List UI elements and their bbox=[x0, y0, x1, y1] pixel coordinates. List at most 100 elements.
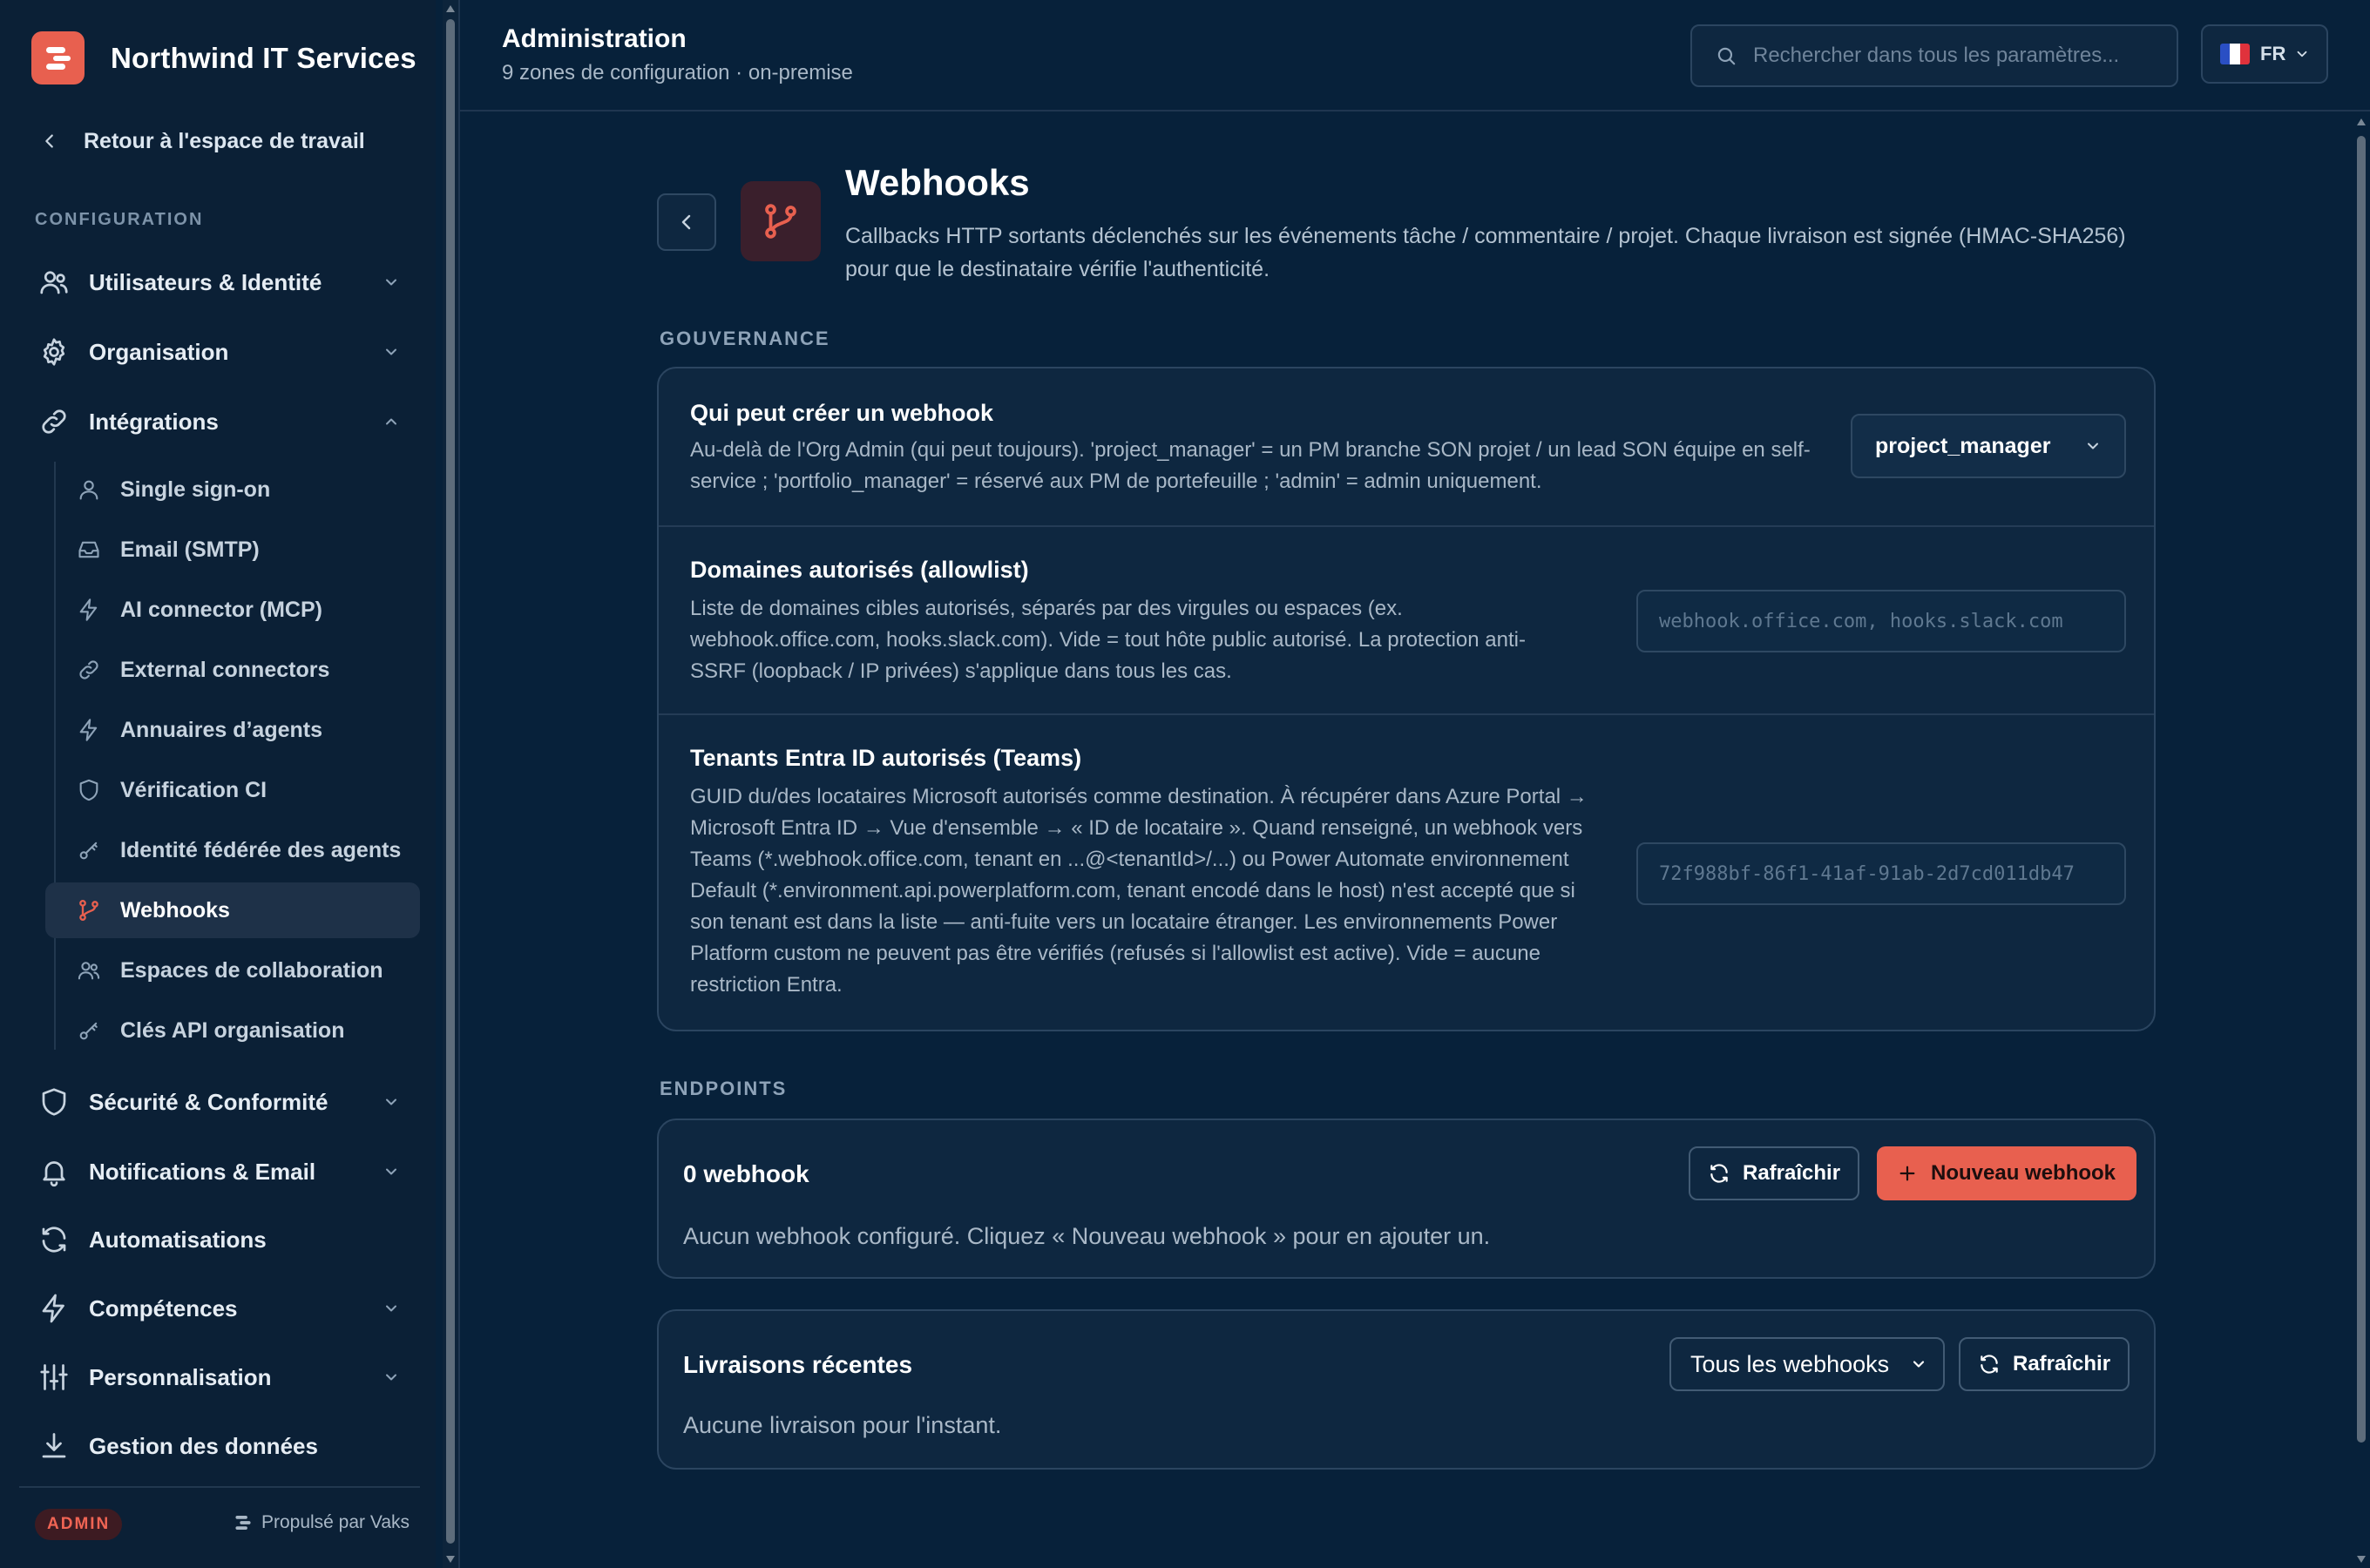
user-icon bbox=[70, 470, 108, 509]
allowed-tenants-title: Tenants Entra ID autorisés (Teams) bbox=[690, 745, 1082, 771]
sidebar-item-label: Webhooks bbox=[120, 897, 230, 923]
sidebar-item-email-smtp[interactable]: Email (SMTP) bbox=[45, 522, 420, 578]
endpoints-empty-state: Aucun webhook configuré. Cliquez « Nouve… bbox=[683, 1223, 1491, 1249]
chevron-down-icon bbox=[378, 1295, 404, 1321]
powered-by[interactable]: Propulsé par Vaks bbox=[234, 1512, 410, 1533]
sidebar-item-org-api-keys[interactable]: Clés API organisation bbox=[45, 1003, 420, 1058]
allowed-domains-title: Domaines autorisés (allowlist) bbox=[690, 557, 1029, 583]
nav-group-users[interactable]: Utilisateurs & Identité bbox=[35, 258, 410, 307]
git-branch-icon bbox=[70, 891, 108, 929]
sidebar: Northwind IT Services Retour à l'espace … bbox=[0, 0, 436, 1568]
page-title: Webhooks bbox=[845, 162, 1030, 203]
scroll-up-arrow-icon[interactable] bbox=[446, 5, 455, 12]
scroll-down-arrow-icon[interactable] bbox=[446, 1556, 455, 1563]
header-subtitle: 9 zones de configuration · on-premise bbox=[502, 61, 853, 84]
new-webhook-button[interactable]: Nouveau webhook bbox=[1877, 1146, 2137, 1200]
key-icon bbox=[70, 831, 108, 869]
chevron-down-icon bbox=[1910, 1355, 1927, 1373]
nav-group-label: Intégrations bbox=[89, 408, 219, 435]
sidebar-item-collaboration-spaces[interactable]: Espaces de collaboration bbox=[45, 943, 420, 998]
sidebar-item-label: Espaces de collaboration bbox=[120, 957, 383, 983]
sidebar-item-label: Vérification CI bbox=[120, 777, 267, 802]
governance-card: Qui peut créer un webhook Au-delà de l'O… bbox=[657, 367, 2156, 1031]
shield-icon bbox=[70, 771, 108, 809]
allowed-tenants-input[interactable]: 72f988bf-86f1-41af-91ab-2d7cd011db47 bbox=[1636, 842, 2126, 905]
refresh-icon bbox=[1978, 1353, 2001, 1375]
refresh-deliveries-button[interactable]: Rafraîchir bbox=[1959, 1337, 2130, 1391]
who-can-create-title: Qui peut créer un webhook bbox=[690, 400, 994, 426]
endpoints-label: ENDPOINTS bbox=[660, 1078, 788, 1099]
sidebar-item-external-connectors[interactable]: External connectors bbox=[45, 642, 420, 698]
users-icon bbox=[70, 951, 108, 990]
deliveries-empty-state: Aucune livraison pour l'instant. bbox=[683, 1412, 1002, 1438]
chevron-down-icon bbox=[2294, 46, 2310, 62]
language-selector[interactable]: FR bbox=[2201, 24, 2328, 84]
nav-group-customization[interactable]: Personnalisation bbox=[35, 1353, 410, 1402]
france-flag-icon bbox=[2220, 44, 2250, 64]
sidebar-scroll-thumb[interactable] bbox=[446, 19, 455, 1544]
bolt-icon bbox=[70, 591, 108, 629]
sidebar-item-webhooks[interactable]: Webhooks bbox=[45, 882, 420, 938]
scroll-up-arrow-icon[interactable] bbox=[2357, 118, 2366, 125]
allowed-tenants-placeholder: 72f988bf-86f1-41af-91ab-2d7cd011db47 bbox=[1659, 862, 2075, 885]
endpoints-card: 0 webhook Rafraîchir Nouveau webhook Auc… bbox=[657, 1119, 2156, 1279]
nav-group-organisation[interactable]: Organisation bbox=[35, 328, 410, 376]
shield-icon bbox=[35, 1083, 73, 1121]
nav-group-data-management[interactable]: Gestion des données bbox=[35, 1422, 410, 1470]
webhook-count: 0 webhook bbox=[683, 1160, 809, 1187]
scroll-down-arrow-icon[interactable] bbox=[2357, 1556, 2366, 1563]
who-can-create-value: project_manager bbox=[1875, 433, 2051, 458]
nav-group-label: Sécurité & Conformité bbox=[89, 1088, 328, 1115]
sidebar-item-federated-identity[interactable]: Identité fédérée des agents bbox=[45, 822, 420, 878]
allowed-tenants-row: Tenants Entra ID autorisés (Teams) GUID … bbox=[659, 715, 2154, 1030]
chevron-down-icon bbox=[378, 1159, 404, 1185]
sidebar-item-ai-connector[interactable]: AI connector (MCP) bbox=[45, 582, 420, 638]
key-icon bbox=[70, 1011, 108, 1050]
nav-group-skills[interactable]: Compétences bbox=[35, 1284, 410, 1333]
main-scroll-thumb[interactable] bbox=[2357, 136, 2366, 1443]
who-can-create-select[interactable]: project_manager bbox=[1851, 414, 2126, 478]
page-description: Callbacks HTTP sortants déclenchés sur l… bbox=[845, 224, 2126, 281]
sidebar-item-label: Identité fédérée des agents bbox=[120, 837, 402, 862]
allowed-domains-input[interactable]: webhook.office.com, hooks.slack.com bbox=[1636, 590, 2126, 652]
back-to-workspace-link[interactable]: Retour à l'espace de travail bbox=[40, 124, 365, 159]
brand[interactable]: Northwind IT Services bbox=[31, 31, 416, 84]
nav-group-label: Utilisateurs & Identité bbox=[89, 268, 322, 295]
sliders-icon bbox=[35, 1358, 73, 1396]
nav-group-label: Personnalisation bbox=[89, 1363, 272, 1390]
bolt-icon bbox=[70, 711, 108, 749]
sidebar-item-agent-directories[interactable]: Annuaires d’agents bbox=[45, 702, 420, 758]
top-header: Administration 9 zones de configuration … bbox=[460, 0, 2370, 112]
nav-group-automations[interactable]: Automatisations bbox=[35, 1215, 410, 1264]
back-link-label: Retour à l'espace de travail bbox=[84, 128, 365, 153]
sidebar-scrollbar[interactable] bbox=[443, 0, 458, 1568]
settings-search-input[interactable]: Rechercher dans tous les paramètres... bbox=[1690, 24, 2178, 87]
sidebar-item-label: Annuaires d’agents bbox=[120, 717, 322, 742]
page-back-button[interactable] bbox=[657, 193, 716, 251]
nav-group-label: Notifications & Email bbox=[89, 1158, 316, 1185]
git-branch-icon bbox=[741, 181, 821, 261]
new-webhook-label: Nouveau webhook bbox=[1931, 1161, 2116, 1185]
webhook-filter-select[interactable]: Tous les webhooks bbox=[1669, 1337, 1945, 1391]
allowed-domains-row: Domaines autorisés (allowlist) Liste de … bbox=[659, 527, 2154, 713]
sidebar-item-ci-verification[interactable]: Vérification CI bbox=[45, 762, 420, 818]
main-scrollbar[interactable] bbox=[2353, 113, 2370, 1568]
sidebar-item-single-sign-on[interactable]: Single sign-on bbox=[45, 462, 420, 517]
link-icon bbox=[35, 402, 73, 441]
refresh-endpoints-button[interactable]: Rafraîchir bbox=[1689, 1146, 1860, 1200]
nav-group-label: Automatisations bbox=[89, 1226, 267, 1253]
nav-group-integrations[interactable]: Intégrations bbox=[35, 397, 410, 446]
who-can-create-row: Qui peut créer un webhook Au-delà de l'O… bbox=[659, 368, 2154, 525]
brand-name: Northwind IT Services bbox=[111, 41, 416, 74]
refresh-label: Rafraîchir bbox=[2013, 1352, 2111, 1375]
admin-badge: ADMIN bbox=[35, 1509, 123, 1540]
sidebar-item-label: Clés API organisation bbox=[120, 1017, 345, 1043]
allowed-tenants-description: GUID du/des locataires Microsoft autoris… bbox=[690, 785, 1588, 997]
inbox-icon bbox=[70, 531, 108, 569]
nav-group-notifications[interactable]: Notifications & Email bbox=[35, 1147, 410, 1196]
nav-group-security[interactable]: Sécurité & Conformité bbox=[35, 1078, 410, 1126]
users-icon bbox=[35, 263, 73, 301]
chevron-up-icon bbox=[378, 409, 404, 435]
refresh-icon bbox=[35, 1220, 73, 1259]
nav-group-label: Compétences bbox=[89, 1294, 238, 1321]
